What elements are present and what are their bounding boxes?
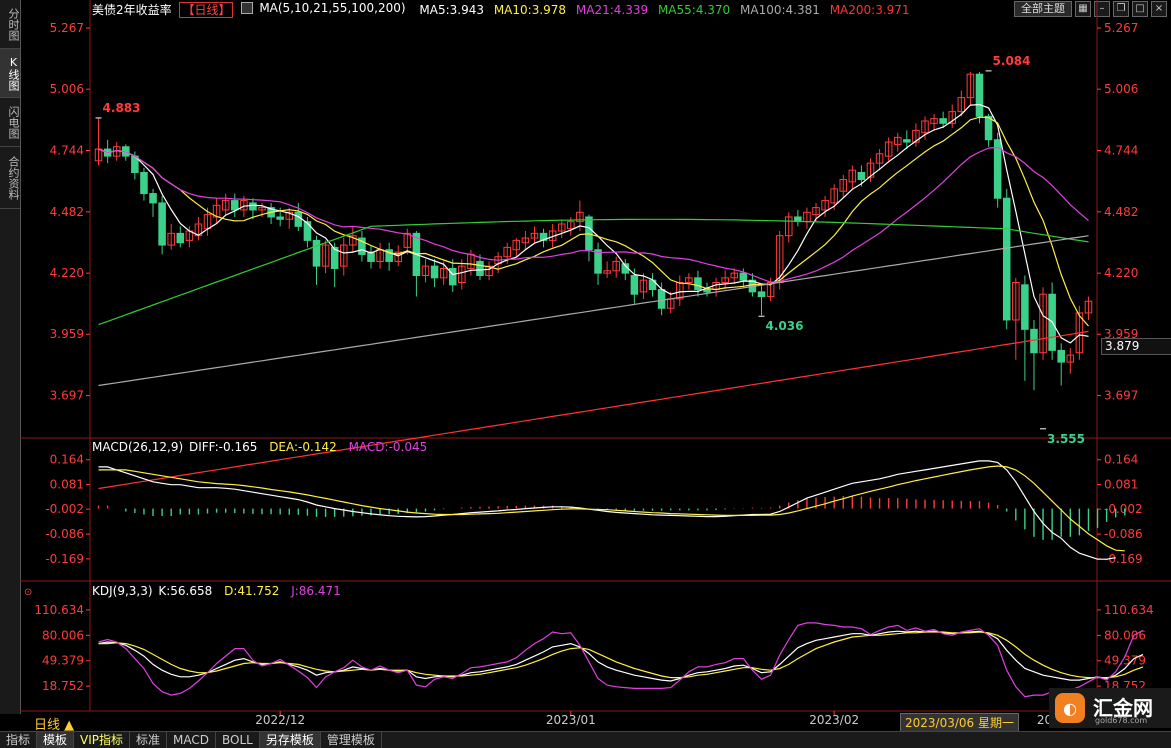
candle-body [984, 115, 993, 141]
chart-canvas[interactable]: 5.267 5.267 5.006 5.006 4.744 4.744 4.482 4.482… [0, 0, 1171, 731]
candle-body [276, 216, 284, 220]
current-price-tag: 3.879 [1101, 338, 1171, 355]
kdj-label[interactable]: KDJ(9,3,3) [92, 584, 153, 598]
extreme-annotation: 4.036 [766, 319, 804, 333]
kdj-tick-label-left: 80.006 [42, 628, 84, 642]
candle-body [975, 73, 984, 117]
candle-body [630, 274, 639, 295]
candle-body [448, 267, 457, 286]
macd-tick-label-right: -0.086 [1104, 527, 1143, 541]
tab-indicators[interactable]: 指标 [0, 732, 38, 748]
bottom-toolbar: 指标 模板 VIP指标 标准 MACD BOLL 另存模板 管理模板 [0, 731, 1171, 748]
candle-body [140, 171, 148, 195]
candle-body [939, 118, 947, 124]
ma21-line [98, 146, 1089, 283]
tab-vip-indicators[interactable]: VIP指标 [74, 732, 131, 748]
macd-tick-label-left: -0.086 [45, 527, 84, 541]
candle-body [757, 291, 766, 298]
price-tick-label-left: 4.220 [50, 266, 84, 280]
candle-body [312, 239, 321, 267]
price-tick-label-left: 3.959 [50, 327, 84, 341]
tab-standard[interactable]: 标准 [130, 732, 168, 748]
kdj-k-line [98, 630, 1144, 682]
macd-tick-label-left: -0.169 [45, 552, 84, 566]
tab-save-template[interactable]: 另存模板 [259, 732, 321, 748]
x-tick-label: 2023/01 [546, 713, 596, 727]
kdj-settings-icon[interactable]: ⊙ [24, 587, 32, 598]
candle-body [1021, 284, 1029, 330]
macd-tick-label-left: -0.002 [45, 502, 84, 516]
candle-body [430, 265, 439, 279]
macd-tick-label-left: 0.164 [50, 453, 84, 467]
ma200-line [98, 330, 1089, 490]
price-tick-label-left: 4.482 [50, 205, 84, 219]
candle-body [657, 289, 666, 309]
candle-body [594, 249, 602, 274]
macd-diff: DIFF:-0.165 [188, 440, 258, 454]
candle-body [1057, 349, 1065, 363]
extreme-annotation: 5.084 [993, 54, 1031, 68]
tab-manage-templates[interactable]: 管理模板 [321, 732, 382, 748]
ma100-line [98, 235, 1089, 387]
tab-macd[interactable]: MACD [167, 732, 217, 748]
kdj-tick-label-right: 110.634 [1104, 603, 1154, 617]
candle-body [303, 221, 312, 241]
extreme-annotation: 3.555 [1047, 432, 1085, 446]
extreme-annotation: 4.883 [103, 101, 141, 115]
candle-body [230, 200, 239, 211]
price-tick-label-left: 5.006 [50, 82, 84, 96]
ma5-line [98, 103, 1089, 344]
price-tick-label-left: 3.697 [50, 389, 84, 403]
candle-body [903, 139, 911, 143]
price-tick-label-right: 4.220 [1104, 266, 1138, 280]
x-tick-label: 2023/02 [809, 713, 859, 727]
kdj-header: KDJ(9,3,3) K:56.658 D:41.752 J:86.471 [92, 584, 349, 598]
kdj-k: K:56.658 [158, 584, 213, 598]
candle-body [857, 171, 866, 181]
price-tick-label-right: 4.482 [1104, 205, 1138, 219]
kline-chart-window: 分时图 K线图 闪电图 合约资料 美债2年收益率 【日线】 MA(5,10,21… [0, 0, 1171, 748]
macd-tick-label-right: 0.164 [1104, 453, 1138, 467]
tab-boll[interactable]: BOLL [216, 732, 260, 748]
x-tick-label: 2022/12 [255, 713, 305, 727]
brand-logo: ◐ 汇金网 gold678.com [1049, 688, 1171, 728]
crosshair-date: 2023/03/06 星期一 [900, 713, 1019, 732]
candle-body [176, 232, 185, 244]
logo-text: 汇金网 [1093, 696, 1153, 720]
kdj-d: D:41.752 [224, 584, 280, 598]
candle-body [1002, 197, 1011, 321]
kdj-tick-label-left: 49.379 [42, 654, 84, 668]
candle-body [249, 202, 257, 211]
macd-tick-label-right: 0.081 [1104, 477, 1138, 491]
logo-icon: ◐ [1055, 693, 1085, 723]
price-tick-label-right: 5.267 [1104, 21, 1138, 35]
price-tick-label-right: 5.006 [1104, 82, 1138, 96]
tab-templates[interactable]: 模板 [37, 732, 75, 748]
kdj-tick-label-left: 110.634 [34, 603, 84, 617]
macd-header: MACD(26,12,9) DIFF:-0.165 DEA:-0.142 MAC… [92, 440, 435, 454]
macd-value: MACD:-0.045 [348, 440, 428, 454]
price-tick-label-left: 5.267 [50, 21, 84, 35]
candle-body [476, 260, 484, 276]
macd-tick-label-right: -0.002 [1104, 502, 1143, 516]
candle-body [739, 272, 748, 281]
price-tick-label-right: 4.744 [1104, 143, 1138, 157]
candle-body [694, 277, 702, 291]
kdj-j: J:86.471 [291, 584, 341, 598]
macd-label[interactable]: MACD(26,12,9) [92, 440, 183, 454]
candle-body [294, 211, 303, 227]
price-tick-label-right: 3.697 [1104, 389, 1138, 403]
candle-body [158, 202, 166, 246]
macd-dea: DEA:-0.142 [269, 440, 337, 454]
candle-body [149, 193, 157, 204]
kdj-d-line [98, 631, 1144, 679]
kdj-j-line [98, 622, 1144, 698]
price-tick-label-left: 4.744 [50, 143, 84, 157]
ma10-line [98, 116, 1089, 327]
macd-tick-label-left: 0.081 [50, 477, 84, 491]
candle-body [703, 289, 711, 293]
kdj-tick-label-left: 18.752 [42, 679, 84, 693]
kdj-tick-label-right: 80.006 [1104, 628, 1146, 642]
logo-url: gold678.com [1095, 716, 1148, 725]
